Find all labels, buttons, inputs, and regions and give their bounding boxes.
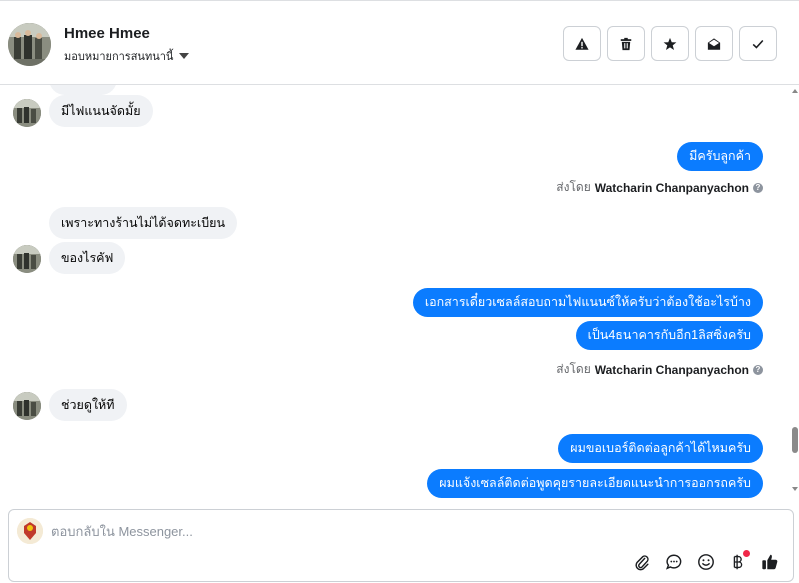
assign-label: มอบหมายการสนทนานี้	[64, 51, 174, 63]
reply-composer	[8, 509, 794, 582]
check-icon	[752, 39, 764, 49]
message-bubble-outgoing: เอกสารเดี๋ยวเซลล์สอบถามไฟแนนซ์ให้ครับว่า…	[412, 288, 763, 317]
assign-conversation-dropdown[interactable]: มอบหมายการสนทนานี้	[64, 47, 190, 65]
trash-icon	[620, 37, 632, 50]
message-bubble-outgoing: ผมขอเบอร์ติดต่อลูกค้าได้ไหมครับ	[558, 434, 763, 463]
avatar	[13, 245, 41, 273]
emoji-icon	[698, 554, 714, 570]
paperclip-icon	[635, 555, 649, 571]
conversation-header: Hmee Hmee มอบหมายการสนทนานี้	[0, 1, 799, 85]
message-bubble-incoming: เพราะทางร้านไม่ได้จดทะเบียน	[49, 207, 238, 239]
star-button[interactable]	[651, 26, 689, 61]
inbox-frame: Hmee Hmee มอบหมายการสนทนานี้ มีไฟแนนจัดม…	[0, 0, 799, 583]
scroll-down-arrow-icon[interactable]	[792, 487, 798, 491]
mark-unread-button[interactable]	[695, 26, 733, 61]
message-bubble-incoming-partial	[49, 85, 117, 95]
reply-input[interactable]	[51, 520, 651, 542]
thumbs-up-icon	[762, 554, 778, 570]
delete-button[interactable]	[607, 26, 645, 61]
chat-bubble-icon	[665, 554, 682, 570]
info-icon[interactable]: ?	[753, 364, 763, 375]
composer-tools	[631, 550, 781, 573]
mark-done-button[interactable]	[739, 26, 777, 61]
sender-name[interactable]: Watcharin Chanpanyachon	[595, 363, 749, 377]
info-icon[interactable]: ?	[753, 182, 763, 193]
sent-by-label: ส่งโดย Watcharin Chanpanyachon ?	[556, 178, 763, 197]
chevron-down-icon	[179, 53, 190, 59]
emoji-button[interactable]	[695, 551, 717, 573]
message-bubble-incoming: ช่วยดูให้ที	[49, 389, 127, 421]
header-actions	[563, 26, 777, 61]
message-bubble-incoming: ของไรคัฟ	[49, 242, 126, 274]
saved-reply-button[interactable]	[663, 551, 685, 573]
message-bubble-incoming: มีไฟแนนจัดมั้ย	[49, 95, 153, 127]
sent-by-prefix: ส่งโดย	[556, 362, 591, 376]
envelope-open-icon	[707, 37, 721, 50]
warning-icon	[575, 37, 589, 50]
payment-button[interactable]	[727, 550, 750, 573]
message-scrollbar[interactable]	[789, 85, 799, 497]
like-button[interactable]	[759, 551, 781, 573]
page-avatar	[17, 518, 43, 544]
notification-dot	[743, 550, 750, 557]
message-thread: มีไฟแนนจัดมั้ย มีครับลูกค้า ส่งโดย Watch…	[0, 85, 789, 505]
contact-name: Hmee Hmee	[64, 25, 150, 42]
scroll-up-arrow-icon[interactable]	[792, 89, 798, 93]
message-bubble-outgoing: เป็น4ธนาคารกับอีก1ลิสซิ่งครับ	[575, 321, 763, 350]
message-bubble-outgoing: ผมแจ้งเซลล์ติดต่อพูดคุยรายละเอียดแนะนำกา…	[427, 469, 763, 498]
avatar	[13, 99, 41, 127]
star-icon	[663, 37, 677, 50]
attach-button[interactable]	[631, 551, 653, 573]
message-bubble-outgoing: มีครับลูกค้า	[677, 142, 763, 171]
avatar	[13, 392, 41, 420]
scroll-thumb[interactable]	[792, 427, 798, 453]
sent-by-label: ส่งโดย Watcharin Chanpanyachon ?	[556, 360, 763, 379]
avatar[interactable]	[8, 23, 51, 66]
sent-by-prefix: ส่งโดย	[556, 180, 591, 194]
report-button[interactable]	[563, 26, 601, 61]
sender-name[interactable]: Watcharin Chanpanyachon	[595, 181, 749, 195]
